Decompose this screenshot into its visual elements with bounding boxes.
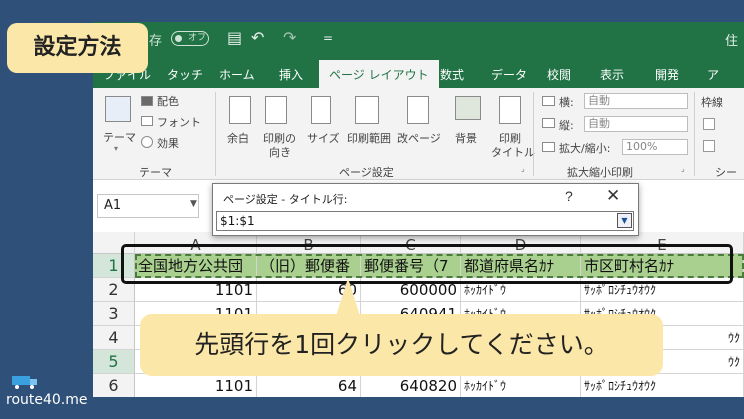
title-text: 住: [724, 34, 738, 49]
scale-launcher-icon[interactable]: ⌟: [681, 164, 685, 173]
group-title-scale: 拡大縮小印刷: [567, 166, 633, 179]
margins-button[interactable]: 余白: [227, 130, 249, 146]
fonts-button[interactable]: フォント: [157, 114, 201, 130]
name-box-chevron-icon[interactable]: ▼: [190, 199, 197, 209]
dialog-help-button[interactable]: ?: [565, 188, 573, 204]
redo-icon[interactable]: ↷: [283, 28, 296, 47]
scale-spinner[interactable]: 100%: [622, 139, 688, 155]
cell-d6[interactable]: ﾎｯｶｲﾄﾞｳ: [461, 374, 581, 397]
method-badge: 設定方法: [7, 23, 148, 73]
truck-wheel: [30, 385, 34, 389]
gridlines-print-checkbox[interactable]: [703, 140, 715, 152]
group-title-sheet-options: シー: [715, 166, 737, 179]
height-label: 縦:: [559, 119, 574, 132]
fonts-icon: [141, 116, 153, 126]
gridlines-label: 枠線: [701, 96, 723, 109]
print-titles-dialog: ページ設定 - タイトル行: ? ✕ ▼: [212, 183, 639, 236]
customize-qat-icon[interactable]: =: [323, 31, 333, 45]
background-icon[interactable]: [455, 96, 481, 120]
tab-more[interactable]: ア: [707, 66, 719, 83]
group-title-theme: テーマ: [139, 166, 172, 179]
ribbon-tabs: ファイル タッチ ホーム 挿入 ページ レイアウト 数式 データ 校閲 表示 開…: [93, 60, 744, 88]
expand-dialog-icon[interactable]: ▼: [617, 213, 632, 228]
print-titles-icon[interactable]: [499, 96, 521, 124]
print-area-button[interactable]: 印刷範囲: [347, 130, 391, 146]
scale-icon: [542, 142, 555, 152]
tab-touch[interactable]: タッチ: [167, 66, 203, 83]
cell-a6[interactable]: 1101: [135, 374, 257, 397]
row-header-5[interactable]: 5: [93, 350, 135, 374]
autosave-label: 存: [149, 34, 163, 49]
dialog-title: ページ設定 - タイトル行:: [223, 193, 348, 206]
cell-c6[interactable]: 640820: [361, 374, 461, 397]
name-box[interactable]: A1 ▼: [97, 194, 199, 218]
print-titles-button-line2[interactable]: タイトル: [491, 144, 535, 160]
name-box-value: A1: [104, 198, 122, 213]
instruction-callout: 先頭行を1回クリックしてください。: [140, 314, 663, 376]
ribbon-divider: [694, 92, 695, 176]
colors-button[interactable]: 配色: [157, 93, 179, 109]
tab-review[interactable]: 校閲: [547, 66, 571, 83]
truck-icon: [12, 376, 37, 389]
callout-pointer: [336, 278, 360, 316]
orientation-button-line2[interactable]: 向き: [269, 144, 291, 160]
ribbon: テーマ ▾ 配色 フォント 効果 テーマ 余白 印刷の 向き サイズ 印刷範囲 …: [93, 88, 744, 180]
width-dropdown[interactable]: 自動: [584, 93, 688, 109]
tab-formulas[interactable]: 数式: [440, 66, 464, 83]
truck-cab: [30, 379, 37, 385]
margins-icon[interactable]: [229, 96, 251, 124]
colors-icon: [141, 96, 153, 106]
row-header-3[interactable]: 3: [93, 302, 135, 326]
effects-icon: [141, 136, 153, 148]
tab-data[interactable]: データ: [491, 66, 527, 83]
page-setup-launcher-icon[interactable]: ⌟: [521, 164, 525, 173]
gridlines-view-checkbox[interactable]: [703, 118, 715, 130]
tab-page-layout[interactable]: ページ レイアウト: [319, 60, 439, 88]
cell-b6[interactable]: 64: [257, 374, 361, 397]
row1-highlight-box: [121, 244, 733, 284]
tab-developer[interactable]: 開発: [655, 66, 679, 83]
row-header-4[interactable]: 4: [93, 326, 135, 350]
background-button[interactable]: 背景: [455, 130, 477, 146]
dialog-close-button[interactable]: ✕: [606, 186, 620, 206]
themes-icon[interactable]: [105, 96, 131, 122]
undo-icon[interactable]: ↶: [251, 28, 264, 47]
site-watermark: route40.me: [6, 392, 88, 408]
height-dropdown[interactable]: 自動: [584, 116, 688, 132]
group-title-page-setup: ページ設定: [339, 166, 394, 179]
ribbon-divider: [215, 92, 216, 176]
effects-button[interactable]: 効果: [157, 135, 179, 151]
autosave-toggle[interactable]: オフ: [171, 31, 209, 46]
size-icon[interactable]: [311, 96, 331, 124]
title-bar: 存 オフ ▤ ↶ ↷ = 住: [93, 22, 744, 60]
save-icon[interactable]: ▤: [227, 28, 242, 47]
width-icon: [542, 96, 555, 106]
row-header-6[interactable]: 6: [93, 374, 135, 397]
size-button[interactable]: サイズ: [307, 130, 340, 146]
print-area-icon[interactable]: [355, 96, 379, 124]
scale-label: 拡大/縮小:: [559, 142, 611, 155]
cell-e6[interactable]: ｻｯﾎﾟﾛｼﾁｭｳｵｳｸ: [581, 374, 744, 397]
tab-insert[interactable]: 挿入: [279, 66, 303, 83]
height-icon: [542, 118, 555, 128]
width-label: 横:: [559, 96, 574, 109]
orientation-icon[interactable]: [265, 96, 287, 124]
truck-body: [12, 376, 30, 385]
breaks-button[interactable]: 改ページ: [397, 130, 441, 146]
tab-view[interactable]: 表示: [600, 66, 624, 83]
themes-chevron-icon: ▾: [114, 144, 119, 153]
tab-home[interactable]: ホーム: [219, 66, 255, 83]
print-titles-input[interactable]: [216, 211, 634, 231]
themes-button[interactable]: テーマ: [103, 129, 136, 145]
truck-wheel: [15, 385, 19, 389]
breaks-icon[interactable]: [407, 96, 429, 124]
ribbon-divider: [533, 92, 534, 176]
